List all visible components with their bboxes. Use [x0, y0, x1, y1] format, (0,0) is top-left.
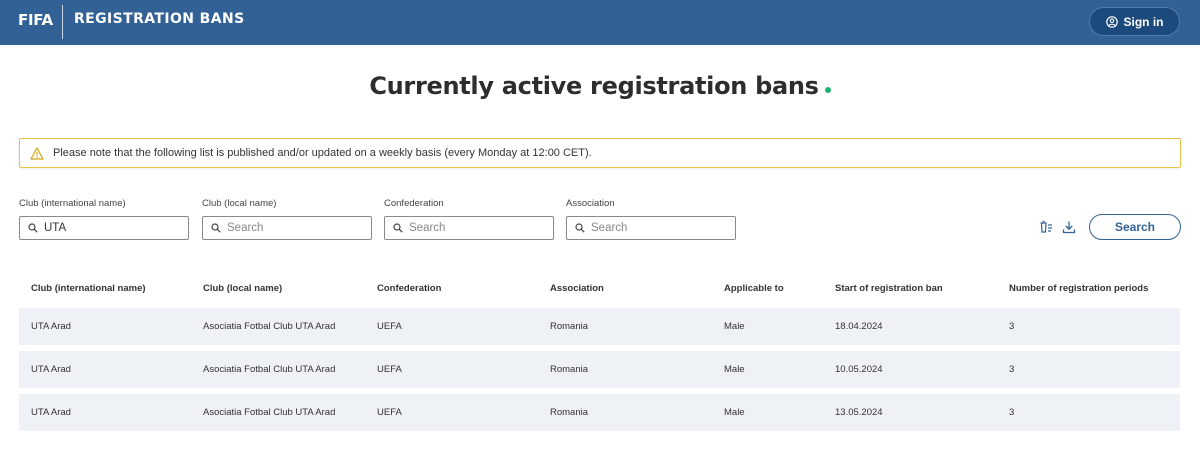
- cell-club-international: UTA Arad: [31, 364, 71, 375]
- column-header-confederation[interactable]: Confederation: [377, 283, 441, 294]
- confederation-input[interactable]: [409, 222, 539, 234]
- filter-confederation[interactable]: [384, 216, 554, 240]
- search-icon: [393, 223, 403, 233]
- association-input[interactable]: [591, 222, 721, 234]
- column-header-club-local[interactable]: Club (local name): [203, 283, 282, 294]
- table-row[interactable]: UTA Arad Asociatia Fotbal Club UTA Arad …: [19, 351, 1180, 388]
- cell-club-local: Asociatia Fotbal Club UTA Arad: [203, 407, 336, 418]
- cell-applicable-to: Male: [724, 321, 745, 332]
- cell-club-local: Asociatia Fotbal Club UTA Arad: [203, 364, 336, 375]
- club-local-input[interactable]: [227, 222, 357, 234]
- cell-association: Romania: [550, 407, 589, 418]
- notice-banner: Please note that the following list is p…: [19, 138, 1181, 168]
- filter-club-local[interactable]: [202, 216, 372, 240]
- filter-club-international[interactable]: [19, 216, 189, 240]
- cell-registration-periods: 3: [1009, 407, 1015, 418]
- title-dot: [824, 87, 831, 93]
- cell-confederation: UEFA: [377, 321, 402, 332]
- column-header-registration-periods[interactable]: Number of registration periods: [1009, 283, 1148, 294]
- fifa-logo[interactable]: FIFA: [18, 11, 53, 29]
- cell-applicable-to: Male: [724, 364, 745, 375]
- page-title: Currently active registration bans: [369, 72, 819, 100]
- cell-club-local: Asociatia Fotbal Club UTA Arad: [203, 321, 336, 332]
- logo-divider: [62, 5, 63, 39]
- cell-start-of-ban: 10.05.2024: [835, 364, 883, 375]
- search-icon: [28, 223, 38, 233]
- table-row[interactable]: UTA Arad Asociatia Fotbal Club UTA Arad …: [19, 394, 1180, 431]
- cell-club-international: UTA Arad: [31, 407, 71, 418]
- filter-label-club-local: Club (local name): [202, 198, 277, 209]
- search-button[interactable]: Search: [1089, 214, 1181, 240]
- top-bar: FIFA REGISTRATION BANS Sign in: [0, 0, 1200, 45]
- notice-text: Please note that the following list is p…: [53, 147, 592, 159]
- cell-association: Romania: [550, 321, 589, 332]
- cell-applicable-to: Male: [724, 407, 745, 418]
- filter-association[interactable]: [566, 216, 736, 240]
- cell-confederation: UEFA: [377, 364, 402, 375]
- user-icon: [1105, 15, 1118, 28]
- column-header-applicable-to[interactable]: Applicable to: [724, 283, 784, 294]
- app-title[interactable]: REGISTRATION BANS: [74, 11, 245, 27]
- table-row[interactable]: UTA Arad Asociatia Fotbal Club UTA Arad …: [19, 308, 1180, 345]
- column-header-association[interactable]: Association: [550, 283, 604, 294]
- filter-label-association: Association: [566, 198, 615, 209]
- cell-association: Romania: [550, 364, 589, 375]
- clear-filter-icon[interactable]: [1039, 220, 1053, 234]
- search-icon: [211, 223, 221, 233]
- column-header-start-of-ban[interactable]: Start of registration ban: [835, 283, 943, 294]
- sign-in-button[interactable]: Sign in: [1089, 7, 1180, 36]
- cell-registration-periods: 3: [1009, 364, 1015, 375]
- filter-label-confederation: Confederation: [384, 198, 444, 209]
- club-international-input[interactable]: [44, 222, 174, 234]
- filter-label-club-international: Club (international name): [19, 198, 126, 209]
- sign-in-label: Sign in: [1123, 14, 1164, 29]
- warning-icon: [30, 146, 44, 160]
- page-title-wrap: Currently active registration bans: [0, 72, 1200, 100]
- cell-confederation: UEFA: [377, 407, 402, 418]
- cell-start-of-ban: 18.04.2024: [835, 321, 883, 332]
- column-header-club-international[interactable]: Club (international name): [31, 283, 146, 294]
- search-icon: [575, 223, 585, 233]
- cell-start-of-ban: 13.05.2024: [835, 407, 883, 418]
- cell-registration-periods: 3: [1009, 321, 1015, 332]
- cell-club-international: UTA Arad: [31, 321, 71, 332]
- download-icon[interactable]: [1062, 220, 1076, 234]
